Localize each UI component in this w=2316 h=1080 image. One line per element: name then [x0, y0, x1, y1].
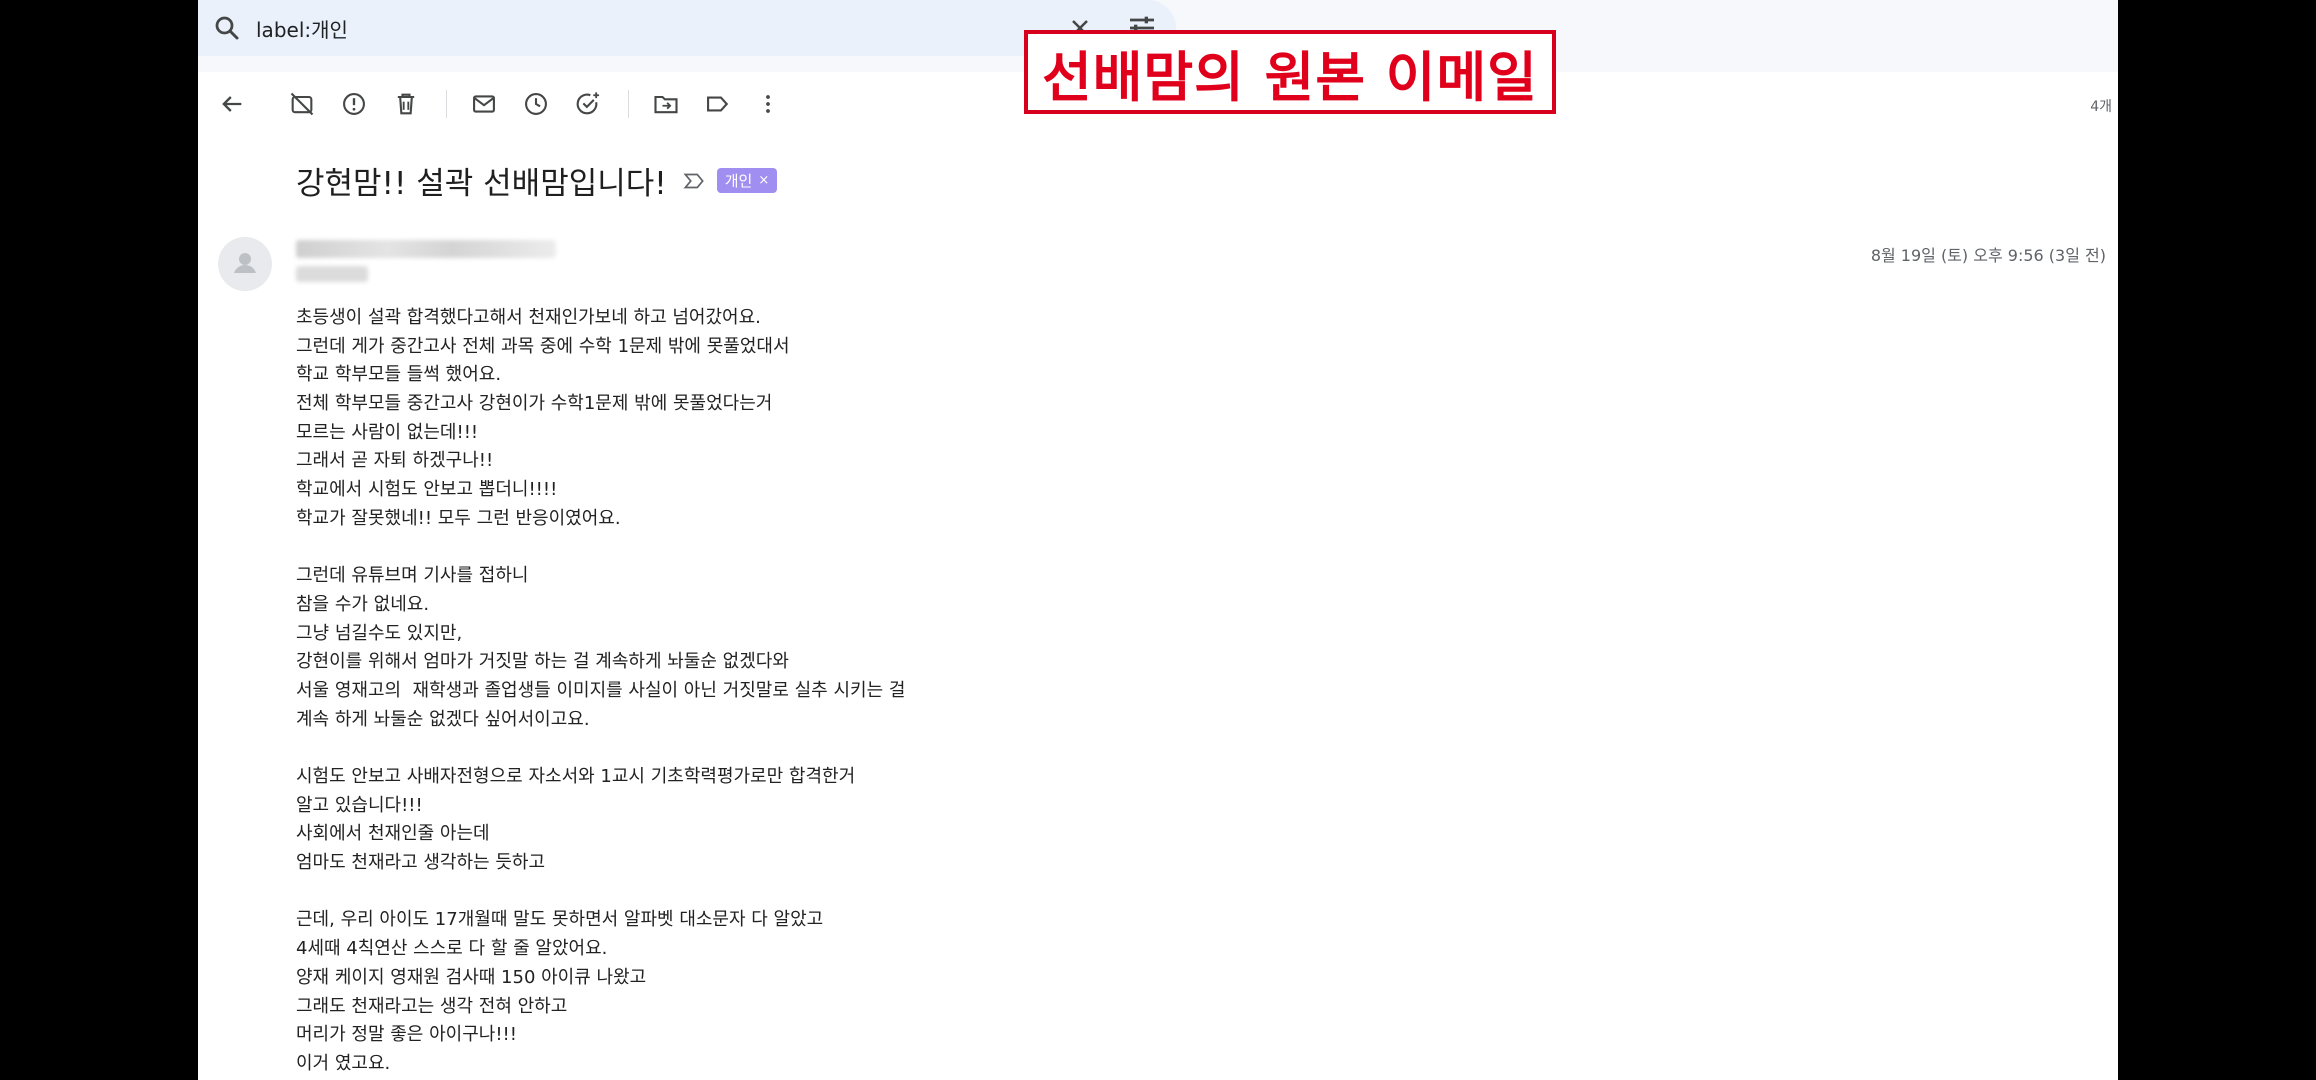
email-body-line: 서울 영재고의 재학생과 졸업생들 이미지를 사실이 아닌 거짓말로 실추 시키…	[296, 679, 906, 701]
email-body-line: 그런데 유튜브며 기사를 접하니	[296, 565, 529, 587]
snooze-icon[interactable]	[522, 90, 550, 118]
search-input[interactable]: label:개인	[256, 14, 348, 43]
conversation-count: 4개	[2090, 99, 2112, 115]
email-body-line: 그래도 천재라고는 생각 전혀 안하고	[296, 995, 568, 1017]
label-chip[interactable]: 개인 ×	[716, 168, 778, 193]
email-body-line: 양재 케이지 영재원 검사때 150 아이큐 나왔고	[296, 966, 647, 988]
email-body-line: 계속 하게 놔둘순 없겠다 싶어서이고요.	[296, 708, 590, 730]
email-body-line: 학교 학부모들 들썩 했어요.	[296, 364, 502, 386]
toolbar-divider	[446, 90, 447, 118]
email-body-line: 4세때 4칙연산 스스로 다 할 줄 알았어요.	[296, 938, 608, 960]
email-subject-row: 강현맘!! 설곽 선배맘입니다! 개인 ×	[296, 158, 778, 203]
add-task-icon[interactable]	[574, 90, 602, 118]
email-body-line: 그런데 게가 중간고사 전체 과목 중에 수학 1문제 밖에 못풀었대서	[296, 335, 790, 357]
annotation-box: 선배맘의 원본 이메일	[1024, 30, 1556, 114]
toolbar-divider	[628, 90, 629, 118]
email-body: 초등생이 설곽 합격했다고해서 천재인가보네 하고 넘어갔어요. 그런데 게가 중…	[296, 304, 1496, 1079]
label-icon[interactable]	[704, 90, 732, 118]
search-icon[interactable]	[212, 13, 242, 43]
email-body-line: 모르는 사람이 없는데!!!	[296, 421, 479, 443]
email-body-line: 엄마도 천재라고 생각하는 듯하고	[296, 852, 546, 874]
delete-icon[interactable]	[392, 90, 420, 118]
annotation-text: 선배맘의 원본 이메일	[1042, 45, 1538, 109]
email-body-line: 학교에서 시험도 안보고 뽑더니!!!!	[296, 479, 558, 501]
label-chip-text: 개인	[724, 172, 753, 190]
email-body-line: 초등생이 설곽 합격했다고해서 천재인가보네 하고 넘어갔어요.	[296, 307, 761, 328]
move-to-icon[interactable]	[652, 90, 680, 118]
avatar	[218, 237, 272, 291]
report-spam-icon[interactable]	[340, 90, 368, 118]
email-body-line: 그래서 곧 자퇴 하겠구나!!	[296, 450, 494, 472]
email-subject: 강현맘!! 설곽 선배맘입니다!	[296, 166, 667, 202]
email-body-line: 머리가 정말 좋은 아이구나!!!	[296, 1024, 517, 1046]
mark-unread-icon[interactable]	[470, 90, 498, 118]
sender-name-redacted	[296, 240, 556, 258]
email-body-line: 전체 학부모들 중간고사 강현이가 수학1문제 밖에 못풀었다는거	[296, 393, 773, 415]
sender-address-redacted	[296, 266, 368, 282]
email-body-line: 그냥 넘길수도 있지만,	[296, 622, 463, 644]
email-body-line: 이거 였고요.	[296, 1052, 391, 1074]
archive-off-icon[interactable]	[288, 90, 316, 118]
back-arrow-icon[interactable]	[218, 90, 246, 118]
email-body-line: 참을 수가 없네요.	[296, 593, 430, 615]
email-body-line: 알고 있습니다!!!	[296, 794, 423, 816]
email-body-line: 학교가 잘못했네!! 모두 그런 반응이였어요.	[296, 507, 621, 529]
email-body-line: 시험도 안보고 사배자전형으로 자소서와 1교시 기초학력평가로만 합격한거	[296, 766, 856, 787]
gmail-window: label:개인 4개 강현맘!! 설곽 선배맘입니다! 개인 × 8월 19일…	[198, 0, 2118, 1080]
email-date: 8월 19일 (토) 오후 9:56 (3일 전)	[1870, 246, 2106, 265]
importance-marker-icon[interactable]	[681, 168, 707, 194]
email-body-line: 근데, 우리 아이도 17개월때 말도 못하면서 알파벳 대소문자 다 알았고	[296, 909, 824, 931]
remove-label-icon[interactable]: ×	[758, 173, 769, 188]
email-body-line: 강현이를 위해서 엄마가 거짓말 하는 걸 계속하게 놔둘순 없겠다와	[296, 651, 789, 673]
more-vert-icon[interactable]	[754, 90, 782, 118]
email-body-line: 사회에서 천재인줄 아는데	[296, 823, 490, 845]
